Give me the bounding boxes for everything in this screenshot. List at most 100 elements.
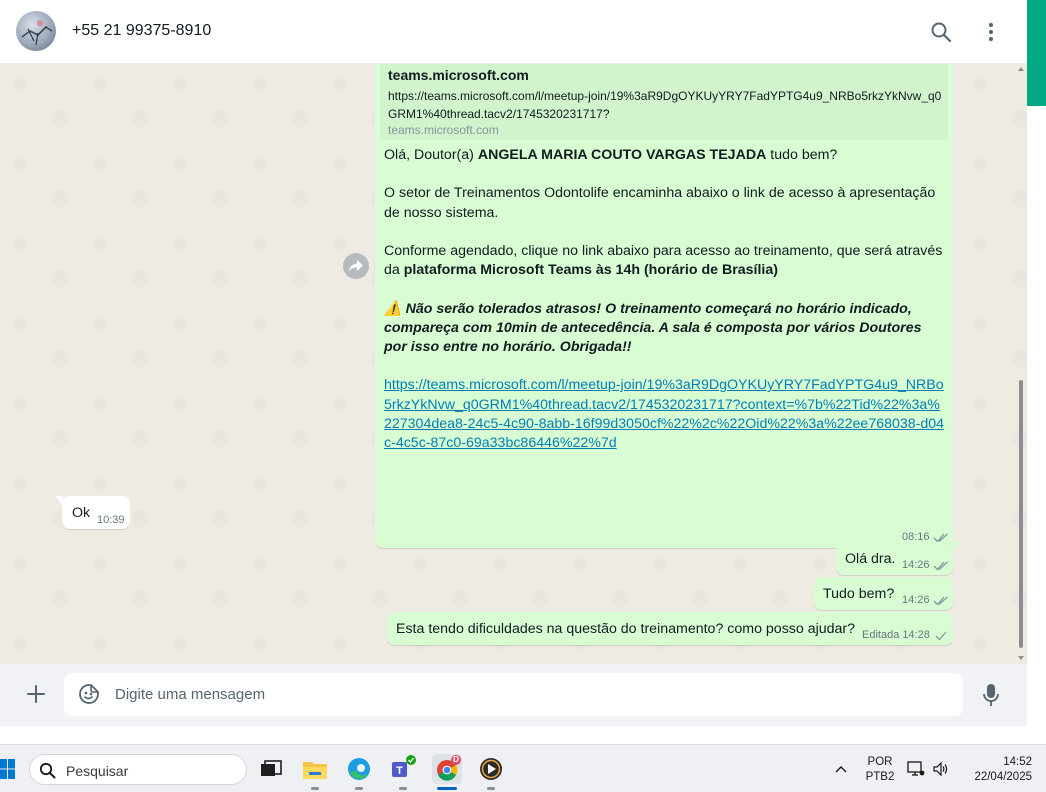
link-paragraph: https://teams.microsoft.com/l/meetup-joi… bbox=[384, 376, 946, 453]
tray-overflow-button[interactable] bbox=[835, 763, 847, 775]
attach-button[interactable] bbox=[24, 682, 48, 706]
message-list[interactable]: teams.microsoft.com https://teams.micros… bbox=[0, 64, 1027, 664]
sticker-button[interactable] bbox=[78, 683, 100, 705]
clock[interactable]: 14:52 22/04/2025 bbox=[960, 755, 1032, 785]
scroll-down-arrow[interactable] bbox=[1018, 656, 1024, 660]
double-check-icon bbox=[933, 596, 948, 605]
volume-button[interactable] bbox=[932, 760, 950, 778]
language-code: POR bbox=[867, 756, 893, 768]
chat-header: +55 21 99375-8910 bbox=[0, 0, 1027, 64]
side-panel-edge bbox=[1027, 0, 1046, 744]
greeting-prefix: Olá, Doutor(a) bbox=[384, 147, 478, 163]
window-bottom-gap bbox=[0, 726, 1027, 744]
link-preview-domain: teams.microsoft.com bbox=[388, 123, 499, 137]
forward-button[interactable] bbox=[343, 253, 369, 279]
running-indicator bbox=[399, 787, 407, 790]
message-input[interactable] bbox=[115, 684, 935, 704]
warning-paragraph: ⚠️ Não serão tolerados atrasos! O treina… bbox=[384, 300, 946, 358]
microphone-button[interactable] bbox=[982, 683, 1000, 707]
task-view-icon bbox=[261, 760, 282, 776]
message-text: Ok bbox=[72, 505, 91, 521]
chevron-up-icon bbox=[835, 766, 847, 773]
message-meta: 14:26 bbox=[902, 594, 949, 606]
greeting-paragraph: Olá, Doutor(a) ANGELA MARIA COUTO VARGAS… bbox=[384, 146, 946, 165]
doctor-name: ANGELA MARIA COUTO VARGAS TEJADA bbox=[477, 147, 767, 163]
message-meta: Editada 14:28 bbox=[862, 629, 949, 641]
warning-icon: ⚠️ bbox=[384, 300, 402, 317]
input-language[interactable]: POR PTB2 bbox=[862, 755, 898, 785]
double-check-icon bbox=[933, 533, 948, 542]
taskbar-search-label: Pesquisar bbox=[66, 763, 129, 779]
message-bubble-incoming[interactable]: Ok 10:39 bbox=[55, 496, 130, 529]
windows-logo-icon bbox=[0, 759, 15, 779]
search-button[interactable] bbox=[929, 20, 953, 44]
teams-icon: T bbox=[392, 755, 416, 777]
message-time: 14:26 bbox=[902, 594, 930, 606]
sticker-icon bbox=[79, 684, 99, 704]
taskbar-app-file-explorer[interactable] bbox=[300, 754, 330, 790]
warning-text: Não serão tolerados atrasos! O treinamen… bbox=[384, 300, 922, 355]
message-text: Esta tendo dificuldades na questão do tr… bbox=[396, 621, 856, 637]
taskbar-app-task-view[interactable] bbox=[256, 754, 286, 784]
running-indicator bbox=[487, 787, 495, 790]
message-bubble-outgoing[interactable]: Tudo bem? 14:26 bbox=[814, 577, 953, 610]
taskbar-search[interactable]: Pesquisar bbox=[29, 754, 247, 785]
scrollbar[interactable] bbox=[1015, 64, 1027, 664]
taskbar-app-teams[interactable]: T bbox=[388, 754, 418, 790]
microphone-icon bbox=[983, 684, 999, 706]
active-indicator bbox=[437, 787, 457, 790]
taskbar: Pesquisar T D POR PTB2 14:52 22/04/2025 bbox=[0, 744, 1046, 792]
clock-time: 14:52 bbox=[1003, 756, 1032, 768]
schedule-bold: plataforma Microsoft Teams às 14h (horár… bbox=[403, 262, 778, 279]
message-meta: 14:26 bbox=[902, 559, 949, 571]
search-icon bbox=[931, 22, 952, 43]
search-icon bbox=[39, 762, 56, 779]
message-text: Tudo bem? bbox=[823, 586, 895, 602]
schedule-paragraph: Conforme agendado, clique no link abaixo… bbox=[384, 242, 946, 280]
taskbar-app-chrome[interactable]: D bbox=[432, 754, 462, 790]
scroll-thumb[interactable] bbox=[1019, 380, 1023, 648]
link-preview-url: https://teams.microsoft.com/l/meetup-joi… bbox=[388, 89, 942, 121]
menu-button[interactable] bbox=[979, 20, 1003, 44]
speaker-icon bbox=[933, 761, 948, 777]
menu-icon bbox=[989, 23, 993, 41]
play-icon bbox=[480, 758, 502, 780]
message-bubble-outgoing[interactable]: Olá dra. 14:26 bbox=[836, 542, 960, 575]
forward-icon bbox=[349, 260, 363, 272]
message-time: 14:26 bbox=[902, 559, 930, 571]
running-indicator bbox=[311, 787, 319, 790]
greeting-suffix: tudo bem? bbox=[766, 147, 838, 163]
message-bubble-outgoing[interactable]: teams.microsoft.com https://teams.micros… bbox=[375, 64, 953, 548]
scroll-up-arrow[interactable] bbox=[1018, 67, 1024, 71]
accent-strip bbox=[1027, 0, 1046, 106]
taskbar-app-edge[interactable] bbox=[344, 754, 374, 790]
network-icon bbox=[907, 761, 925, 776]
avatar-image bbox=[21, 20, 53, 46]
chrome-profile-badge: D bbox=[453, 755, 459, 764]
compose-box[interactable] bbox=[64, 673, 963, 716]
message-bubble-outgoing[interactable]: Esta tendo dificuldades na questão do tr… bbox=[387, 612, 953, 645]
taskbar-app-media-player[interactable] bbox=[476, 754, 506, 790]
folder-icon bbox=[303, 762, 327, 779]
svg-text:T: T bbox=[396, 765, 403, 777]
whatsapp-window: +55 21 99375-8910 teams.microsoft.com ht… bbox=[0, 0, 1027, 726]
link-preview[interactable]: teams.microsoft.com https://teams.micros… bbox=[380, 64, 948, 140]
teams-meeting-link[interactable]: https://teams.microsoft.com/l/meetup-joi… bbox=[384, 377, 944, 451]
edited-label: Editada bbox=[862, 629, 900, 641]
start-button[interactable] bbox=[0, 758, 16, 780]
keyboard-layout: PTB2 bbox=[865, 771, 895, 783]
plus-icon bbox=[27, 685, 45, 703]
link-preview-title: teams.microsoft.com bbox=[388, 67, 529, 83]
message-time: 10:39 bbox=[97, 514, 125, 526]
avatar[interactable] bbox=[16, 11, 56, 51]
clock-date: 22/04/2025 bbox=[974, 771, 1032, 783]
contact-name[interactable]: +55 21 99375-8910 bbox=[72, 22, 211, 40]
intro-paragraph: O setor de Treinamentos Odontolife encam… bbox=[384, 185, 936, 221]
bubble-tail bbox=[55, 496, 63, 506]
network-button[interactable] bbox=[907, 760, 925, 778]
message-time: 14:28 bbox=[902, 629, 930, 641]
message-text: Olá dra. bbox=[845, 551, 896, 567]
running-indicator bbox=[355, 787, 363, 790]
double-check-icon bbox=[933, 561, 948, 570]
bubble-tail bbox=[952, 542, 960, 552]
